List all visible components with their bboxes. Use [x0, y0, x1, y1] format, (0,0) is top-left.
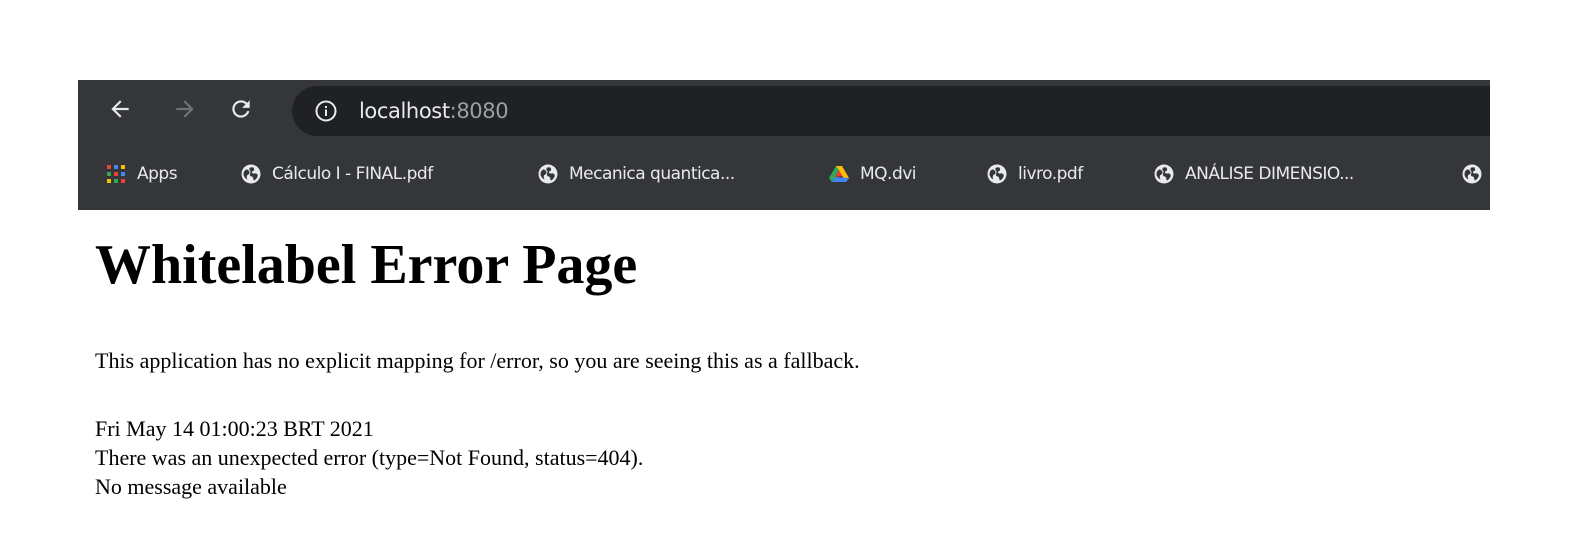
- info-icon[interactable]: [314, 99, 338, 123]
- globe-icon: [987, 164, 1007, 184]
- globe-icon: [241, 164, 261, 184]
- error-details: Fri May 14 01:00:23 BRT 2021 There was a…: [95, 414, 643, 501]
- error-page-content: Whitelabel Error Page This application h…: [95, 228, 1545, 499]
- globe-icon: [538, 164, 558, 184]
- bookmark-label: Cálculo I - FINAL.pdf: [272, 164, 433, 184]
- reload-button[interactable]: [224, 92, 258, 126]
- address-bar[interactable]: localhost:8080: [292, 86, 1490, 136]
- url-host: localhost: [359, 99, 450, 123]
- bookmark-mecanica[interactable]: Mecanica quantica...: [537, 160, 735, 188]
- bookmark-apps[interactable]: Apps: [105, 160, 178, 188]
- bookmark-calculo[interactable]: Cálculo I - FINAL.pdf: [240, 160, 433, 188]
- browser-chrome: localhost:8080 Apps Cálculo I - FINAL.pd…: [78, 80, 1490, 210]
- page-title: Whitelabel Error Page: [95, 234, 638, 296]
- bookmark-label: Apps: [137, 164, 178, 184]
- bookmark-livro[interactable]: livro.pdf: [986, 160, 1083, 188]
- drive-icon: [829, 166, 849, 182]
- forward-button[interactable]: [168, 92, 202, 126]
- forward-arrow-icon: [176, 100, 194, 118]
- error-timestamp: Fri May 14 01:00:23 BRT 2021: [95, 416, 374, 441]
- back-button[interactable]: [103, 92, 137, 126]
- error-type-status: There was an unexpected error (type=Not …: [95, 445, 644, 470]
- bookmark-truncated[interactable]: [1461, 160, 1483, 188]
- error-detail: No message available: [95, 474, 287, 499]
- bookmark-label: Mecanica quantica...: [569, 164, 735, 184]
- reload-icon: [232, 100, 250, 118]
- bookmark-label: ANÁLISE DIMENSIO...: [1185, 164, 1354, 184]
- globe-icon: [1154, 164, 1174, 184]
- bookmark-label: livro.pdf: [1018, 164, 1083, 184]
- bookmark-label: MQ.dvi: [860, 164, 917, 184]
- url-text[interactable]: localhost:8080: [359, 99, 509, 123]
- bookmarks-bar: Apps Cálculo I - FINAL.pdf Mecanica quan…: [78, 152, 1490, 196]
- globe-icon: [1462, 164, 1482, 184]
- apps-grid-icon: [107, 165, 125, 183]
- back-arrow-icon: [111, 100, 129, 118]
- browser-toolbar: localhost:8080: [78, 80, 1490, 137]
- bookmark-mq-dvi[interactable]: MQ.dvi: [828, 160, 917, 188]
- bookmark-analise[interactable]: ANÁLISE DIMENSIO...: [1153, 160, 1354, 188]
- url-port: :8080: [449, 99, 509, 123]
- error-message: This application has no explicit mapping…: [95, 348, 860, 373]
